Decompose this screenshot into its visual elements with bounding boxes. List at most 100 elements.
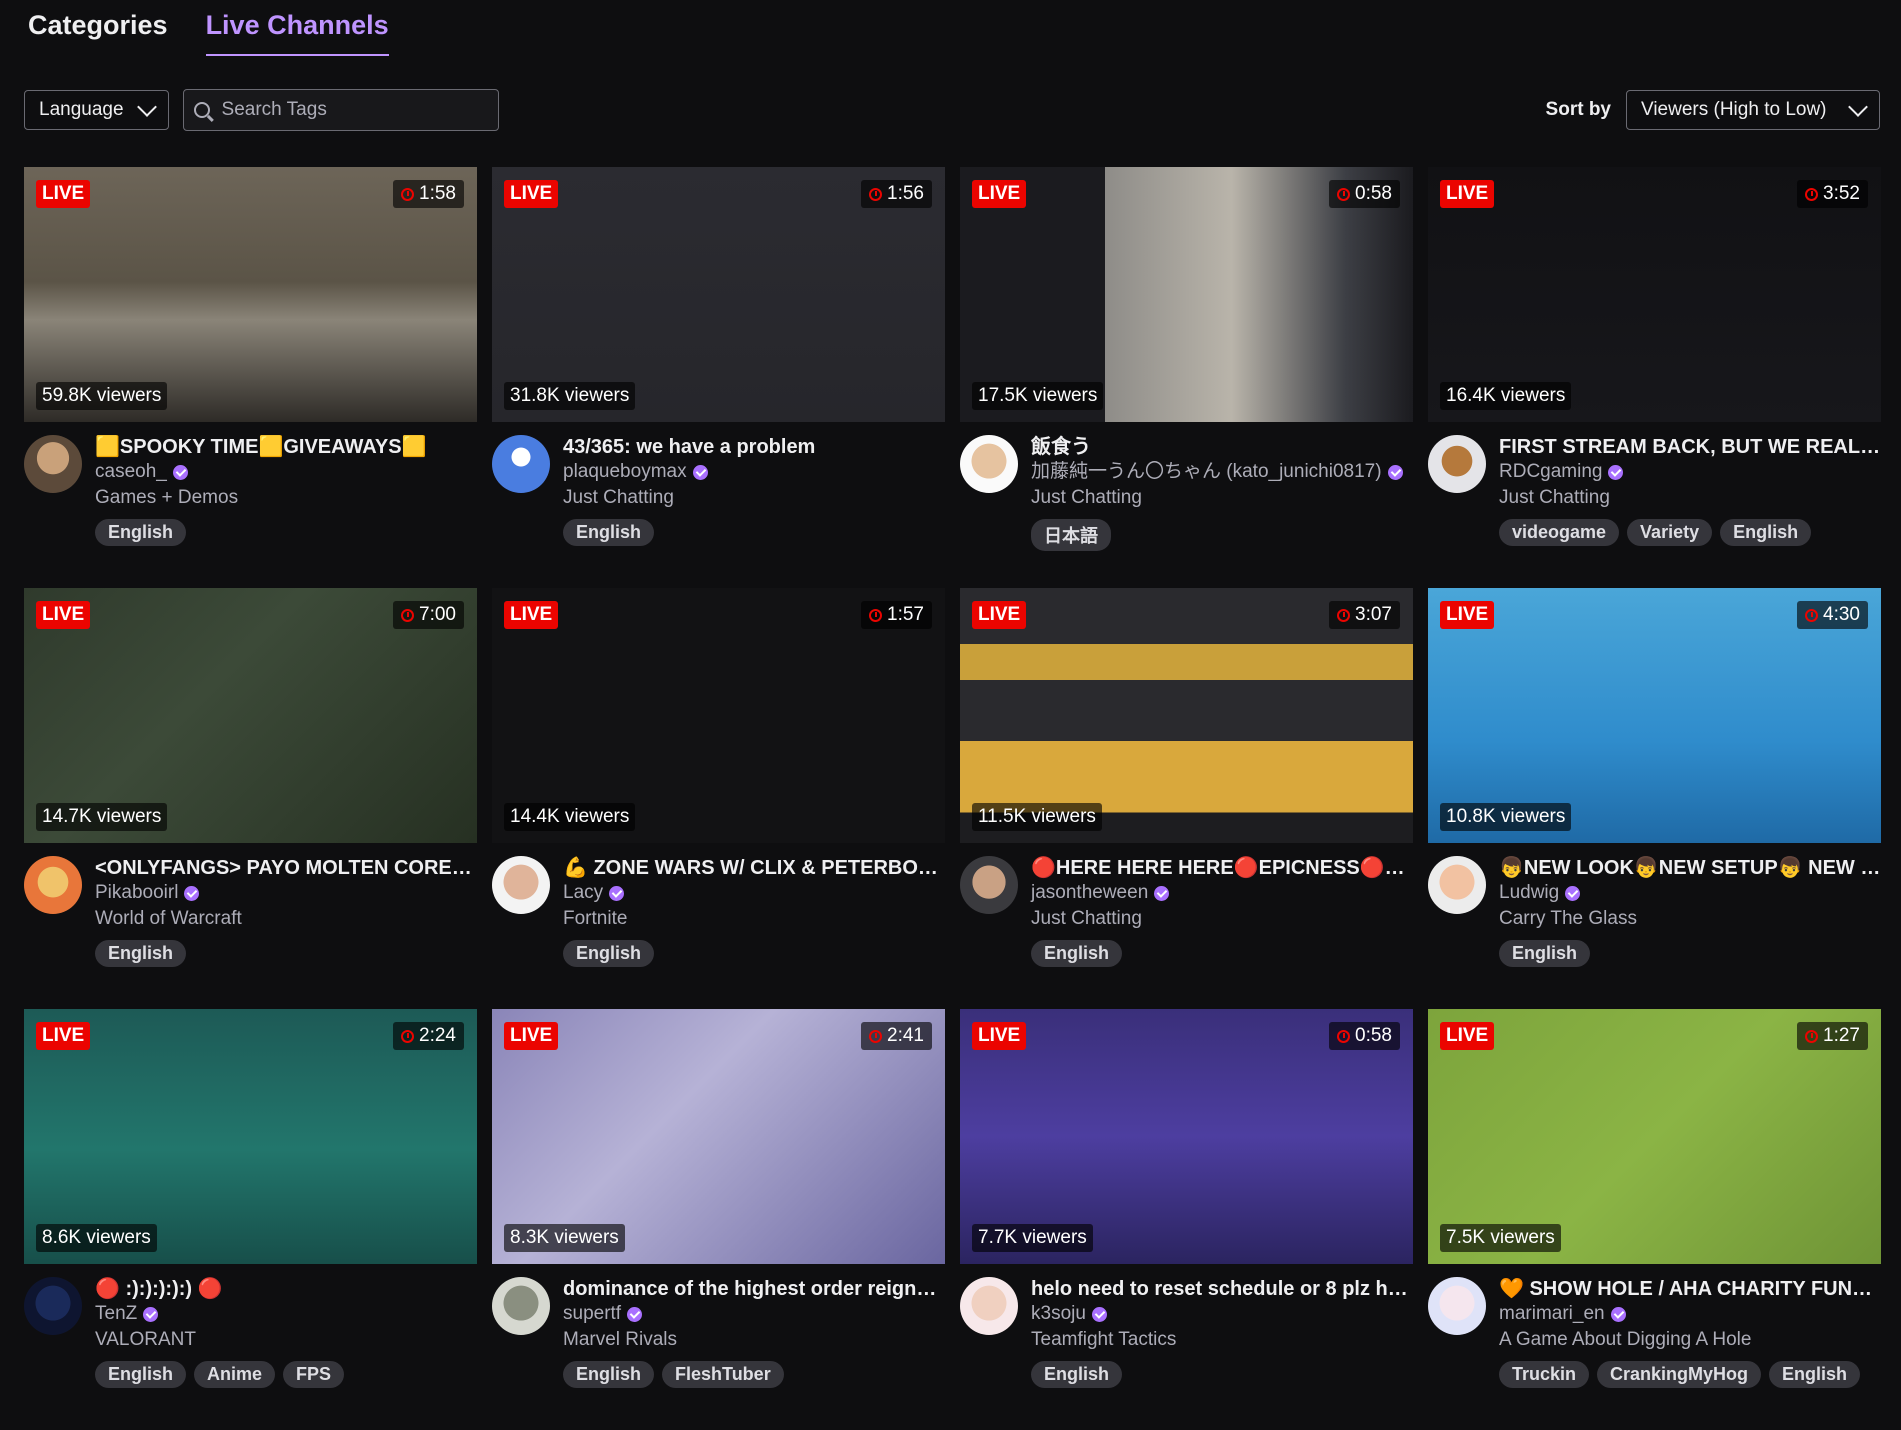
channel-link[interactable]: Lacy (563, 880, 945, 906)
tag[interactable]: 日本語 (1031, 519, 1111, 551)
tag[interactable]: Anime (194, 1361, 276, 1388)
tag[interactable]: English (563, 1361, 655, 1388)
stream-info: 🔴 :):):):):) 🔴 TenZ VALORANT English Anim… (95, 1277, 477, 1388)
stream-thumbnail[interactable]: LIVE 3:52 16.4K viewers (1428, 167, 1881, 422)
stream-title[interactable]: 🔴HERE HERE HERE🔴EPICNESS🔴BETTER THAN EVE… (1031, 856, 1413, 880)
tag[interactable]: English (95, 940, 187, 967)
tag[interactable]: English (95, 519, 187, 546)
stream-thumbnail[interactable]: LIVE 1:58 59.8K viewers (24, 167, 477, 422)
live-badge: LIVE (36, 180, 91, 208)
avatar[interactable] (492, 1277, 550, 1335)
stream-thumbnail[interactable]: LIVE 4:30 10.8K viewers (1428, 588, 1881, 843)
uptime-badge: 3:07 (1329, 601, 1400, 629)
avatar[interactable] (1428, 1277, 1486, 1335)
search-tags-input[interactable] (219, 98, 484, 122)
stream-title[interactable]: FIRST STREAM BACK, BUT WE REALLY NEED TO… (1499, 435, 1881, 459)
verified-icon (1387, 464, 1403, 480)
category-link[interactable]: Just Chatting (1031, 485, 1413, 511)
tag[interactable]: FPS (283, 1361, 345, 1388)
stream-thumbnail[interactable]: LIVE 2:24 8.6K viewers (24, 1009, 477, 1264)
verified-icon (692, 464, 708, 480)
stream-title[interactable]: 🔴 :):):):):) 🔴 (95, 1277, 477, 1301)
channel-link[interactable]: caseoh_ (95, 459, 477, 485)
uptime-text: 4:30 (1823, 604, 1860, 625)
category-link[interactable]: Just Chatting (563, 485, 945, 511)
verified-icon (627, 1306, 643, 1322)
stream-thumbnail[interactable]: LIVE 0:58 7.7K viewers (960, 1009, 1413, 1264)
stream-thumbnail[interactable]: LIVE 3:07 11.5K viewers (960, 588, 1413, 843)
tag[interactable]: Variety (1627, 519, 1713, 546)
category-link[interactable]: VALORANT (95, 1327, 477, 1353)
tag[interactable]: English (563, 519, 655, 546)
stream-title[interactable]: 👦NEW LOOK👦NEW SETUP👦 NEW FRIENDS (1499, 856, 1881, 880)
clock-icon (1805, 1029, 1819, 1043)
tab-categories[interactable]: Categories (28, 0, 168, 50)
stream-card: LIVE 1:27 7.5K viewers 🧡 SHOW HOLE / AHA … (1428, 1009, 1881, 1430)
avatar[interactable] (492, 856, 550, 914)
category-link[interactable]: Marvel Rivals (563, 1327, 945, 1353)
channel-link[interactable]: 加藤純一うん〇ちゃん (kato_junichi0817) (1031, 459, 1413, 485)
channel-link[interactable]: plaqueboymax (563, 459, 945, 485)
channel-link[interactable]: supertf (563, 1301, 945, 1327)
tag[interactable]: English (1720, 519, 1812, 546)
stream-thumbnail[interactable]: LIVE 7:00 14.7K viewers (24, 588, 477, 843)
stream-thumbnail[interactable]: LIVE 1:27 7.5K viewers (1428, 1009, 1881, 1264)
channel-link[interactable]: marimari_en (1499, 1301, 1881, 1327)
channel-link[interactable]: Ludwig (1499, 880, 1881, 906)
stream-title[interactable]: dominance of the highest order reigns su… (563, 1277, 945, 1301)
tag-list: English (563, 519, 945, 546)
channel-link[interactable]: TenZ (95, 1301, 477, 1327)
category-link[interactable]: Carry The Glass (1499, 906, 1881, 932)
viewer-count: 59.8K viewers (36, 382, 168, 410)
stream-thumbnail[interactable]: LIVE 1:57 14.4K viewers (492, 588, 945, 843)
avatar[interactable] (24, 1277, 82, 1335)
stream-thumbnail[interactable]: LIVE 1:56 31.8K viewers (492, 167, 945, 422)
tag[interactable]: FleshTuber (662, 1361, 784, 1388)
stream-title[interactable]: 43/365: we have a problem (563, 435, 945, 459)
tag[interactable]: English (563, 940, 655, 967)
avatar[interactable] (960, 1277, 1018, 1335)
sort-dropdown[interactable]: Viewers (High to Low) (1626, 90, 1880, 130)
channel-link[interactable]: RDCgaming (1499, 459, 1881, 485)
avatar[interactable] (1428, 856, 1486, 914)
tag[interactable]: English (1769, 1361, 1861, 1388)
stream-title[interactable]: <ONLYFANGS> PAYO MOLTEN CORE RAID DAY (95, 856, 477, 880)
stream-thumbnail[interactable]: LIVE 0:58 17.5K viewers (960, 167, 1413, 422)
tag[interactable]: English (1031, 940, 1123, 967)
channel-link[interactable]: jasontheween (1031, 880, 1413, 906)
stream-thumbnail[interactable]: LIVE 2:41 8.3K viewers (492, 1009, 945, 1264)
avatar[interactable] (492, 435, 550, 493)
language-dropdown[interactable]: Language (24, 90, 169, 130)
tag[interactable]: English (1031, 1361, 1123, 1388)
avatar[interactable] (1428, 435, 1486, 493)
stream-title[interactable]: helo need to reset schedule or 8 plz hel… (1031, 1277, 1413, 1301)
tag[interactable]: English (95, 1361, 187, 1388)
category-link[interactable]: World of Warcraft (95, 906, 477, 932)
stream-title[interactable]: 飯食う (1031, 435, 1413, 459)
avatar[interactable] (960, 435, 1018, 493)
category-link[interactable]: Teamfight Tactics (1031, 1327, 1413, 1353)
search-tags[interactable] (182, 89, 499, 131)
live-badge: LIVE (504, 601, 559, 629)
channel-link[interactable]: Pikabooirl (95, 880, 477, 906)
category-link[interactable]: Just Chatting (1499, 485, 1881, 511)
category-link[interactable]: Games + Demos (95, 485, 477, 511)
tag[interactable]: English (1499, 940, 1591, 967)
stream-info: 👦NEW LOOK👦NEW SETUP👦 NEW FRIENDS Ludwig … (1499, 856, 1881, 967)
avatar[interactable] (960, 856, 1018, 914)
tag[interactable]: videogame (1499, 519, 1620, 546)
viewer-count: 7.7K viewers (972, 1224, 1093, 1252)
channel-link[interactable]: k3soju (1031, 1301, 1413, 1327)
verified-icon (1565, 885, 1581, 901)
avatar[interactable] (24, 435, 82, 493)
stream-title[interactable]: 💪 ZONE WARS W/ CLIX & PETERBOT ON STREAM (563, 856, 945, 880)
tag[interactable]: Truckin (1499, 1361, 1590, 1388)
stream-title[interactable]: 🧡 SHOW HOLE / AHA CHARITY FUNDRAISER (1499, 1277, 1881, 1301)
stream-title[interactable]: 🟨SPOOKY TIME🟨GIVEAWAYS🟨 (95, 435, 477, 459)
tab-live-channels[interactable]: Live Channels (205, 0, 389, 56)
category-link[interactable]: Just Chatting (1031, 906, 1413, 932)
tag[interactable]: CrankingMyHog (1597, 1361, 1762, 1388)
category-link[interactable]: Fortnite (563, 906, 945, 932)
category-link[interactable]: A Game About Digging A Hole (1499, 1327, 1881, 1353)
avatar[interactable] (24, 856, 82, 914)
